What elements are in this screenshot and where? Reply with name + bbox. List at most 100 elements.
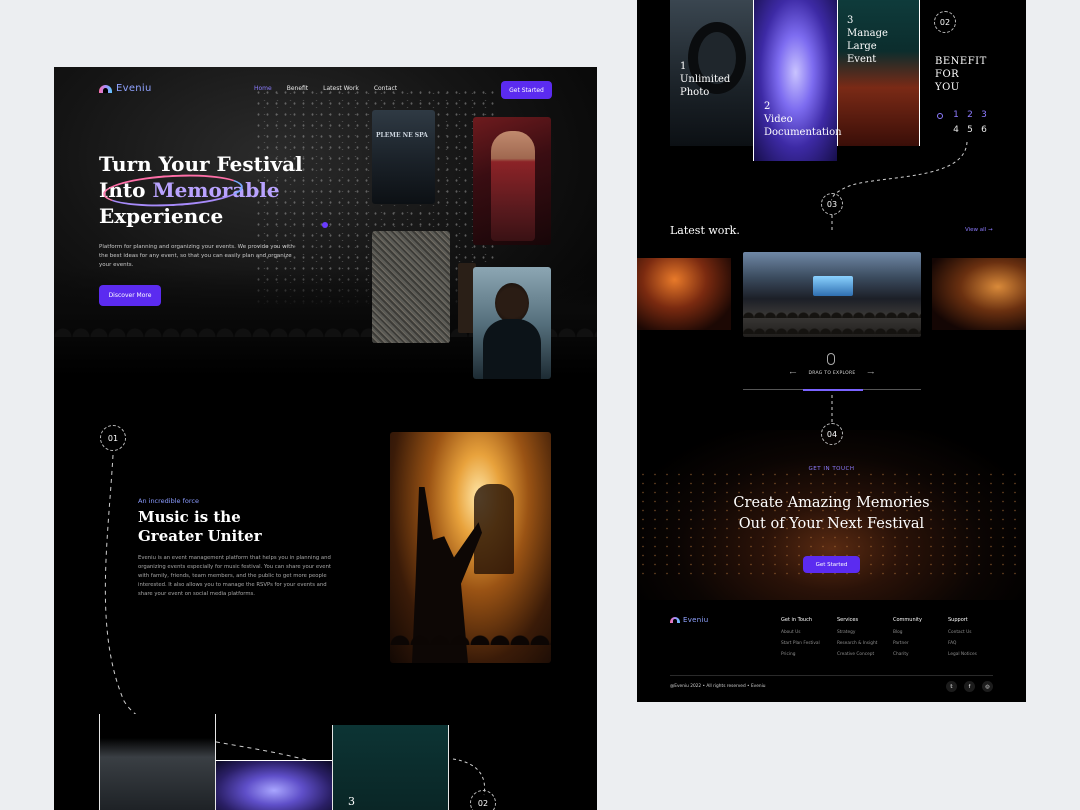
twitter-icon[interactable]: 𝕥	[946, 681, 957, 692]
footer-column-community: Community Blog Partner Charity	[893, 617, 922, 663]
view-all-link[interactable]: View all →	[965, 227, 993, 233]
benefit-card-event: 3	[332, 725, 449, 810]
footer-link[interactable]: Contact Us	[948, 630, 977, 635]
benefit-3-line2: Large	[847, 41, 877, 52]
music-title-line1: Music is the	[138, 508, 241, 526]
music-description: Eveniu is an event management platform t…	[138, 555, 331, 597]
footer-link[interactable]: Partner	[893, 641, 922, 646]
copyright-text: @Eveniu 2022 • All rights reserved • Eve…	[670, 684, 766, 689]
get-started-button[interactable]: Get Started	[501, 81, 552, 99]
festival-photo-crowd-aerial	[372, 231, 450, 343]
step-01-marker: 01	[100, 425, 126, 451]
nav-contact[interactable]: Contact	[374, 85, 397, 92]
footer-column-support: Support Contact Us FAQ Legal Notices	[948, 617, 977, 663]
footer-heading: Community	[893, 617, 922, 623]
pager-5[interactable]: 5	[967, 125, 973, 135]
music-title: Music is the Greater Uniter	[138, 508, 298, 546]
discover-more-button[interactable]: Discover More	[99, 285, 161, 306]
hero-description: Platform for planning and organizing you…	[99, 244, 294, 268]
pager-4[interactable]: 4	[953, 125, 959, 135]
sign-text: PLEME NE SPA	[376, 132, 428, 139]
concert-photo	[390, 432, 551, 663]
arrow-right-icon[interactable]: ⟶	[868, 371, 874, 376]
benefit-card-video	[215, 760, 332, 810]
scroll-progress-track[interactable]	[743, 389, 921, 391]
footer-logo[interactable]: Eveniu	[670, 616, 709, 624]
guitarist-figure	[491, 131, 535, 241]
benefit-1-number: 1	[680, 61, 687, 72]
footer-link[interactable]: Strategy	[837, 630, 877, 635]
brand-logo[interactable]: Eveniu	[99, 83, 152, 94]
hero-title-line1: Turn Your Festival	[99, 152, 303, 176]
logo-arch-icon	[670, 617, 680, 623]
footer-link[interactable]: Start Plan Festival	[781, 641, 820, 646]
benefit-2-label: 2 Video Documentation	[764, 100, 842, 139]
benefit-2-line1: Video	[764, 114, 793, 125]
nav-benefit[interactable]: Benefit	[287, 85, 308, 92]
facebook-icon[interactable]: f	[964, 681, 975, 692]
benefit-1-label: 1 Unlimited Photo	[680, 60, 730, 99]
dashed-path-3	[831, 141, 968, 230]
instagram-icon[interactable]: ◎	[982, 681, 993, 692]
footer-heading: Get in Touch	[781, 617, 812, 623]
pager-3[interactable]: 3	[981, 110, 987, 120]
nav-links: Home Benefit Latest Work Contact	[254, 85, 397, 92]
benefit-3-line1: Manage	[847, 28, 888, 39]
fan-body	[483, 319, 541, 379]
landing-page-details-panel: 1 Unlimited Photo 2 Video Documentation …	[637, 0, 1026, 702]
footer-link[interactable]: Legal Notices	[948, 652, 977, 657]
stage-screen	[813, 276, 853, 296]
benefit-card-photo	[99, 714, 215, 810]
benefit-title-line2: FOR	[935, 69, 960, 80]
latest-work-photo-main[interactable]	[743, 252, 921, 337]
cta-title-line2: Out of Your Next Festival	[738, 516, 925, 532]
footer-link[interactable]: Research & Insight	[837, 641, 877, 646]
cta-title: Create Amazing Memories Out of Your Next…	[637, 493, 1026, 535]
stadium-crowd	[743, 302, 921, 337]
top-nav: Eveniu Home Benefit Latest Work Contact …	[99, 81, 552, 101]
drag-to-explore-label: DRAG TO EXPLORE	[808, 371, 856, 376]
step-04-marker: 04	[821, 423, 843, 445]
music-title-line2: Greater Uniter	[138, 527, 262, 545]
footer-heading: Services	[837, 617, 859, 623]
latest-work-photo-left[interactable]	[637, 258, 731, 330]
nav-home[interactable]: Home	[254, 85, 272, 92]
mouse-icon	[827, 353, 835, 365]
footer-link[interactable]: Creative Concept	[837, 652, 877, 657]
footer-link[interactable]: FAQ	[948, 641, 977, 646]
pager-6[interactable]: 6	[981, 125, 987, 135]
benefit-3-number: 3	[847, 15, 854, 26]
drag-control[interactable]: ⟵ DRAG TO EXPLORE ⟶	[790, 371, 874, 376]
festival-photo-fan	[473, 267, 551, 379]
benefit-title-line3: YOU	[935, 82, 960, 93]
concert-crowd	[390, 617, 551, 663]
benefit-3-line3: Event	[847, 54, 877, 65]
benefit-for-you-title: BENEFIT FOR YOU	[935, 55, 987, 94]
pager-1[interactable]: 1	[953, 110, 959, 120]
step-03-marker: 03	[821, 193, 843, 215]
get-in-touch-label: GET IN TOUCH	[808, 466, 855, 472]
footer-link[interactable]: Pricing	[781, 652, 820, 657]
latest-work-photo-right[interactable]	[932, 258, 1026, 330]
step-02-marker: 02	[934, 11, 956, 33]
footer-heading: Support	[948, 617, 968, 623]
footer-link[interactable]: Charity	[893, 652, 922, 657]
cta-title-line1: Create Amazing Memories	[733, 495, 930, 511]
pager-2[interactable]: 2	[967, 110, 973, 120]
nav-latest-work[interactable]: Latest Work	[323, 85, 359, 92]
accent-dot	[322, 222, 328, 228]
cta-get-started-button[interactable]: Get Started	[803, 556, 860, 573]
benefit-3-label: 3 Manage Large Event	[847, 14, 888, 66]
benefit-1-line2: Photo	[680, 87, 710, 98]
footer-link[interactable]: About Us	[781, 630, 820, 635]
benefit-card-divider	[215, 714, 332, 760]
hero-title-line3: Experience	[99, 204, 224, 228]
footer-link[interactable]: Blog	[893, 630, 922, 635]
benefit-title-line1: BENEFIT	[935, 56, 987, 67]
benefit-card-number: 3	[348, 795, 355, 808]
benefit-2-line2: Documentation	[764, 127, 842, 138]
benefit-1-line1: Unlimited	[680, 74, 731, 85]
arrow-left-icon[interactable]: ⟵	[790, 371, 796, 376]
latest-work-title: Latest work.	[670, 224, 740, 237]
scroll-progress-thumb[interactable]	[803, 389, 863, 391]
